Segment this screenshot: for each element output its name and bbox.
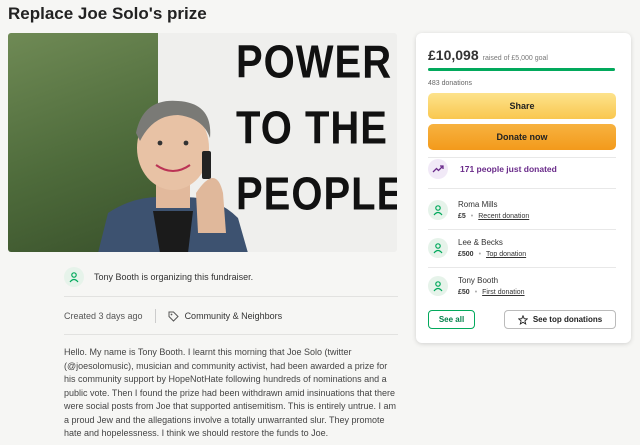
user-heart-icon	[428, 238, 448, 258]
donor-item: Lee & Becks £500 • Top donation	[428, 233, 616, 263]
share-button[interactable]: Share	[428, 93, 616, 119]
divider	[64, 296, 398, 297]
donations-count: 483 donations	[428, 80, 472, 87]
user-heart-icon	[64, 267, 84, 287]
donor-tag-link[interactable]: Recent donation	[478, 213, 529, 220]
see-top-label: See top donations	[532, 315, 603, 324]
donation-trend: 171 people just donated	[428, 159, 557, 179]
see-top-donations-button[interactable]: See top donations	[504, 310, 616, 329]
story-text: Hello. My name is Tony Booth. I learnt t…	[64, 347, 396, 438]
donor-name: Roma Mills	[458, 200, 498, 209]
amount-raised: £10,098 raised of £5,000 goal	[428, 47, 548, 63]
user-heart-icon	[428, 200, 448, 220]
donor-name: Tony Booth	[458, 276, 499, 285]
user-heart-icon	[428, 276, 448, 296]
category-label: Community & Neighbors	[184, 311, 283, 321]
donor-item: Tony Booth £50 • First donation	[428, 271, 616, 301]
donor-tag-link[interactable]: Top donation	[486, 251, 526, 258]
divider	[428, 157, 616, 158]
progress-bar	[428, 68, 615, 71]
dot-separator: •	[470, 213, 474, 220]
divider	[428, 267, 616, 268]
progress-fill	[428, 68, 615, 71]
donor-amount: £500	[458, 251, 474, 258]
divider	[64, 334, 398, 335]
donor-amount: £50	[458, 289, 470, 296]
donor-tag-link[interactable]: First donation	[482, 289, 524, 296]
organizer-row: Tony Booth is organizing this fundraiser…	[64, 262, 398, 292]
created-date: Created 3 days ago	[64, 311, 143, 321]
divider	[428, 188, 616, 189]
poster-line-3: PEOPLE!	[236, 169, 397, 220]
donor-item: Roma Mills £5 • Recent donation	[428, 195, 616, 225]
trending-up-icon	[428, 159, 448, 179]
see-all-button[interactable]: See all	[428, 310, 475, 329]
organizer-text: Tony Booth is organizing this fundraiser…	[94, 272, 254, 282]
trend-text: 171 people just donated	[460, 164, 557, 174]
dot-separator: •	[474, 289, 478, 296]
dot-separator: •	[478, 251, 482, 258]
donor-amount: £5	[458, 213, 466, 220]
page-title: Replace Joe Solo's prize	[8, 4, 207, 23]
poster-line-1: POWER	[236, 37, 393, 88]
tag-icon	[168, 311, 179, 322]
poster-line-2: TO THE	[236, 103, 388, 154]
star-icon	[517, 314, 528, 325]
amount-value: £10,098	[428, 47, 479, 63]
donation-card: £10,098 raised of £5,000 goal 483 donati…	[416, 33, 631, 343]
campaign-image: POWER TO THE PEOPLE!	[8, 33, 397, 252]
fundraiser-meta: Created 3 days ago Community & Neighbors	[64, 306, 398, 326]
meta-separator	[154, 309, 156, 323]
divider	[428, 229, 616, 230]
goal-text: raised of £5,000 goal	[482, 55, 548, 62]
person-illustration	[98, 100, 248, 252]
donor-name: Lee & Becks	[458, 238, 503, 247]
donate-button[interactable]: Donate now	[428, 124, 616, 150]
category-link[interactable]: Community & Neighbors	[168, 311, 283, 322]
